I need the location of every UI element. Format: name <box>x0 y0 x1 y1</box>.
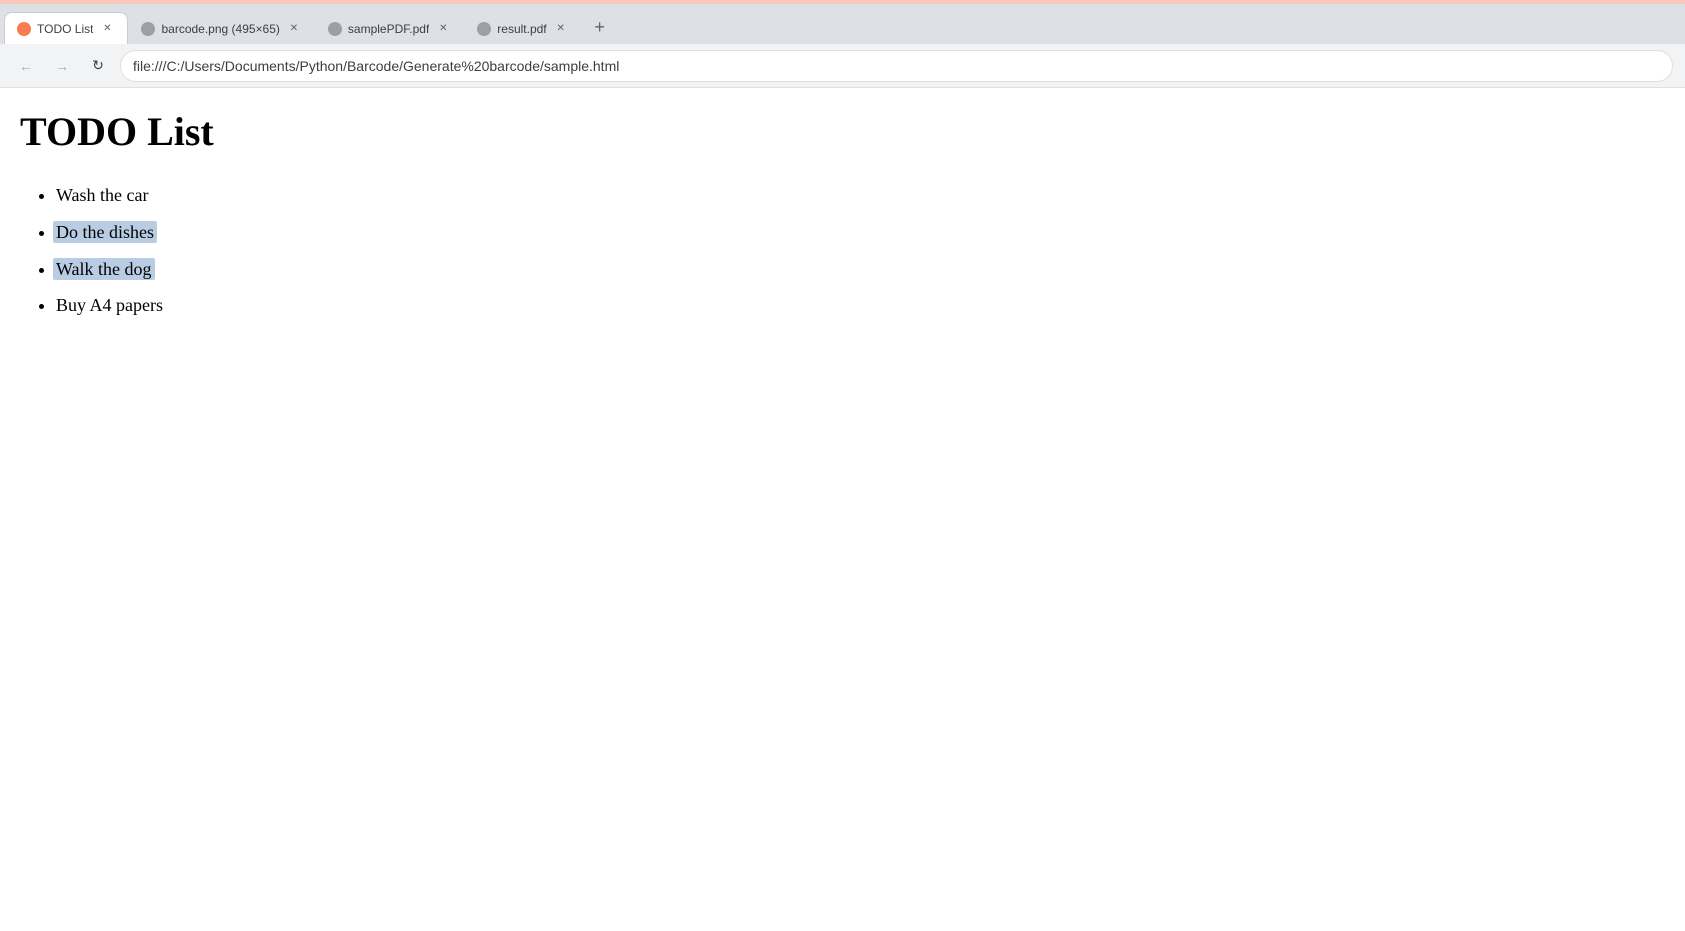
tab-close-button[interactable]: ✕ <box>99 21 115 37</box>
todo-item-text-selected: Walk the dog <box>53 258 155 280</box>
page-content: TODO List Wash the car Do the dishes Walk … <box>0 88 1685 346</box>
tab-label: result.pdf <box>497 22 546 36</box>
tab-close-button[interactable]: ✕ <box>435 21 451 37</box>
tab-label: barcode.png (495×65) <box>161 22 279 36</box>
todo-item-text: Buy A4 papers <box>56 295 163 315</box>
browser-tab-tab-barcode[interactable]: barcode.png (495×65) ✕ <box>128 12 314 44</box>
browser-tab-tab-result[interactable]: result.pdf ✕ <box>464 12 581 44</box>
tab-favicon <box>17 22 31 36</box>
forward-button[interactable]: → <box>48 52 76 80</box>
tab-label: samplePDF.pdf <box>348 22 429 36</box>
todo-list: Wash the car Do the dishes Walk the dog Buy… <box>20 179 1665 322</box>
todo-list-item: Do the dishes <box>56 216 1665 249</box>
tab-favicon <box>477 22 491 36</box>
todo-list-item: Wash the car <box>56 179 1665 212</box>
tab-favicon <box>141 22 155 36</box>
address-bar[interactable]: file:///C:/Users/Documents/Python/Barcod… <box>120 50 1673 82</box>
tab-bar: TODO List✕barcode.png (495×65)✕samplePDF… <box>0 4 1685 44</box>
browser-tab-tab-todo[interactable]: TODO List ✕ <box>4 12 128 44</box>
todo-item-text: Wash the car <box>56 185 149 205</box>
todo-list-item: Buy A4 papers <box>56 289 1665 322</box>
tab-label: TODO List <box>37 22 93 36</box>
browser-chrome: TODO List✕barcode.png (495×65)✕samplePDF… <box>0 0 1685 88</box>
browser-tab-tab-samplepdf[interactable]: samplePDF.pdf ✕ <box>315 12 464 44</box>
page-title: TODO List <box>20 108 1665 155</box>
reload-button[interactable]: ↻ <box>84 52 112 80</box>
tab-close-button[interactable]: ✕ <box>553 21 569 37</box>
nav-bar: ← → ↻ file:///C:/Users/Documents/Python/… <box>0 44 1685 88</box>
todo-list-item: Walk the dog <box>56 253 1665 286</box>
back-button[interactable]: ← <box>12 52 40 80</box>
todo-item-text-selected: Do the dishes <box>53 221 157 243</box>
tab-favicon <box>328 22 342 36</box>
tab-close-button[interactable]: ✕ <box>286 21 302 37</box>
address-text: file:///C:/Users/Documents/Python/Barcod… <box>133 58 1660 74</box>
new-tab-button[interactable]: + <box>586 13 614 41</box>
